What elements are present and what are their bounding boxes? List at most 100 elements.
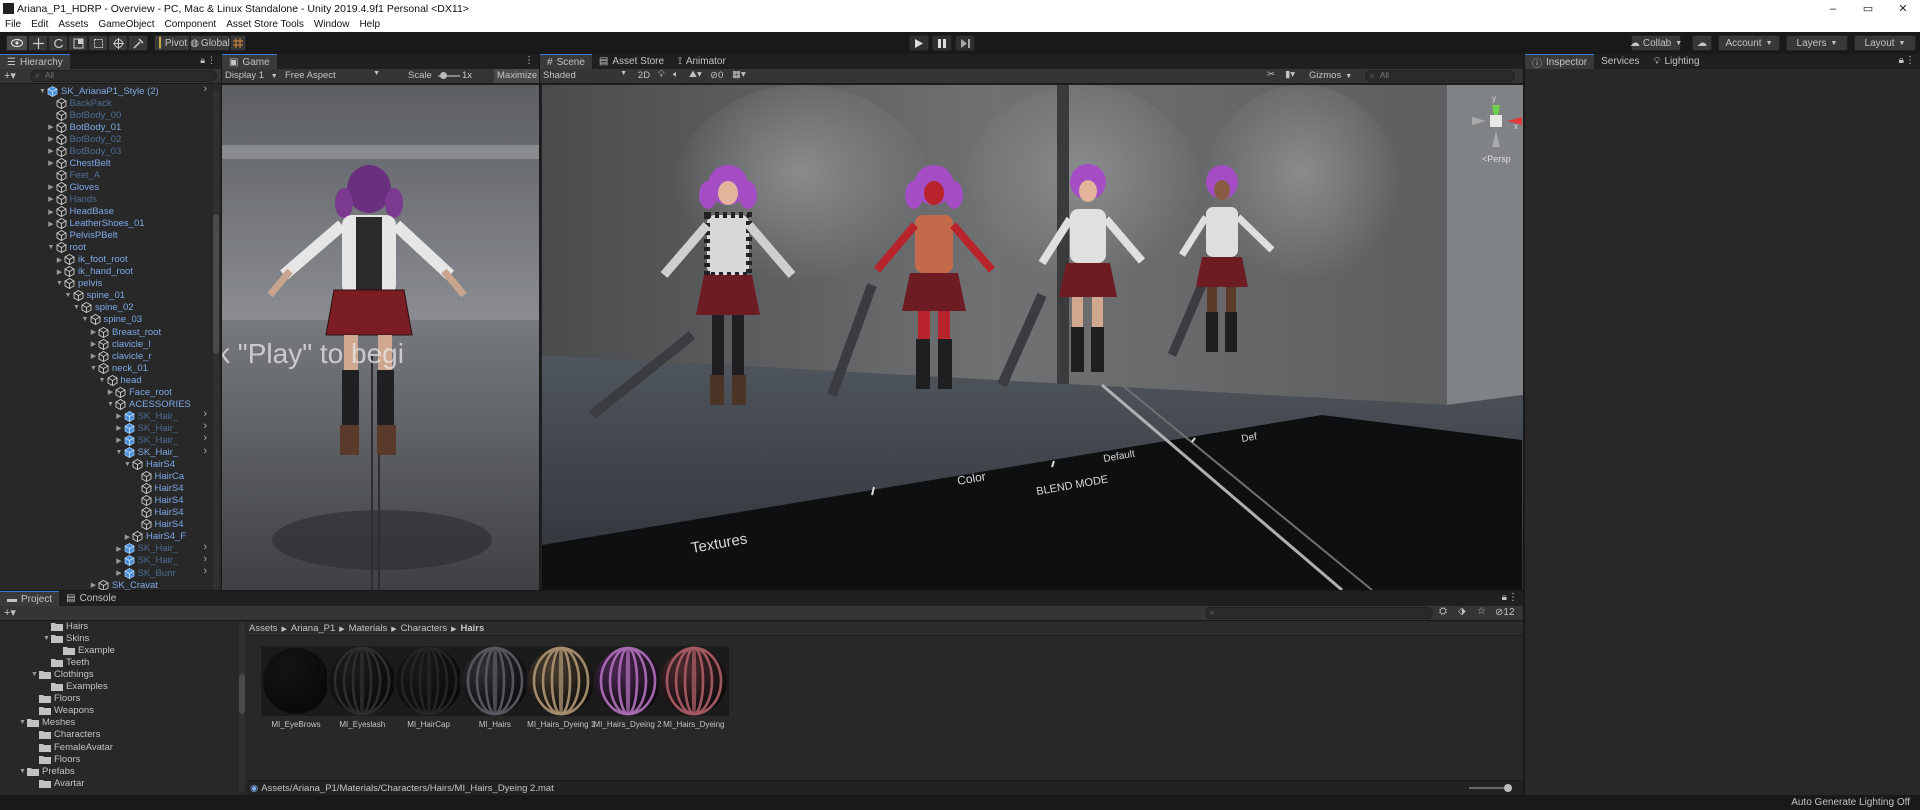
collab-dropdown[interactable]: ☁ Collab ▼: [1630, 35, 1682, 51]
layout-dropdown[interactable]: Layout ▼: [1854, 35, 1916, 51]
expand-arrow-down-icon[interactable]: ▼: [115, 449, 124, 456]
menu-component[interactable]: Component: [160, 19, 222, 30]
hierarchy-scroll-thumb[interactable]: [213, 214, 219, 354]
lock-icon[interactable]: 🔒︎: [200, 55, 205, 66]
hierarchy-search-input[interactable]: ⌕ All: [30, 70, 217, 82]
lock-icon[interactable]: 🔒︎: [1899, 55, 1904, 66]
menu-file[interactable]: File: [0, 19, 26, 30]
expand-arrow-right-icon[interactable]: ▶: [47, 123, 56, 131]
hierarchy-item[interactable]: ▶ HairS4_F: [0, 531, 209, 543]
display-dropdown[interactable]: Display 1 ▼: [225, 70, 278, 81]
game-viewport[interactable]: k "Play" to begi: [222, 85, 539, 590]
hierarchy-item[interactable]: ▶ SK_Cravat: [0, 579, 209, 590]
open-prefab-chevron-icon[interactable]: ›: [203, 408, 207, 420]
open-prefab-chevron-icon[interactable]: ›: [203, 420, 207, 432]
material-thumbnail[interactable]: [393, 646, 464, 718]
gizmos-dropdown[interactable]: Gizmos ▼: [1309, 70, 1352, 81]
expand-arrow-down-icon[interactable]: ▼: [123, 461, 132, 468]
icon-size-slider[interactable]: [1469, 784, 1512, 792]
material-thumbnail[interactable]: [592, 646, 663, 718]
expand-arrow-down-icon[interactable]: ▼: [72, 304, 81, 311]
hierarchy-item[interactable]: ▶ ik_hand_root: [0, 266, 209, 278]
expand-arrow-right-icon[interactable]: ▶: [55, 256, 64, 264]
hierarchy-item[interactable]: ▼ spine_01: [0, 290, 209, 302]
expand-arrow-right-icon[interactable]: ▶: [115, 557, 124, 565]
scale-tool-button[interactable]: [68, 35, 88, 51]
expand-arrow-down-icon[interactable]: ▼: [81, 316, 90, 323]
hierarchy-item[interactable]: ▼ ACESSORIES: [0, 398, 209, 410]
hierarchy-item[interactable]: PelvisPBelt: [0, 230, 209, 242]
scene-search-input[interactable]: ⌕ All: [1365, 70, 1515, 82]
hierarchy-item[interactable]: ▼ neck_01: [0, 362, 209, 374]
hierarchy-item[interactable]: ▶ SK_Hair_: [0, 410, 209, 422]
open-prefab-chevron-icon[interactable]: ›: [203, 445, 207, 457]
expand-arrow-right-icon[interactable]: ▶: [115, 569, 124, 577]
grid-snap-button[interactable]: [230, 35, 246, 51]
hierarchy-item[interactable]: ▶ SK_Hair_: [0, 555, 209, 567]
menu-assets[interactable]: Assets: [53, 19, 93, 30]
status-lighting[interactable]: Auto Generate Lighting Off: [1791, 797, 1910, 808]
move-tool-button[interactable]: [28, 35, 48, 51]
shading-dropdown[interactable]: Shaded ▼: [543, 70, 627, 81]
tab-game[interactable]: ▣ Game: [222, 54, 277, 69]
open-prefab-chevron-icon[interactable]: ›: [203, 553, 207, 565]
menu-gameobject[interactable]: GameObject: [93, 19, 159, 30]
account-dropdown[interactable]: Account ▼: [1718, 35, 1780, 51]
hand-tool-button[interactable]: [6, 35, 28, 51]
expand-arrow-right-icon[interactable]: ▶: [47, 135, 56, 143]
hierarchy-item[interactable]: ▼ SK_Hair_: [0, 447, 209, 459]
kebab-menu-icon[interactable]: ⋮: [524, 55, 534, 66]
pivot-toggle[interactable]: ┃ Pivot: [154, 35, 190, 51]
aspect-dropdown[interactable]: Free Aspect ▼: [285, 70, 380, 81]
kebab-menu-icon[interactable]: ⋮: [207, 55, 216, 66]
hierarchy-item[interactable]: BackPack: [0, 97, 209, 109]
menu-asset-store-tools[interactable]: Asset Store Tools: [221, 19, 309, 30]
hierarchy-item[interactable]: HairCa: [0, 471, 209, 483]
hierarchy-item[interactable]: ▼ head: [0, 374, 209, 386]
expand-arrow-right-icon[interactable]: ▶: [123, 533, 132, 541]
expand-arrow-right-icon[interactable]: ▶: [89, 352, 98, 360]
hierarchy-item[interactable]: ▶ BotBody_01: [0, 121, 209, 133]
hierarchy-item[interactable]: HairS4: [0, 507, 209, 519]
step-button[interactable]: [955, 35, 975, 51]
transform-tool-button[interactable]: [108, 35, 128, 51]
hierarchy-item[interactable]: BotBody_00: [0, 109, 209, 121]
2d-toggle[interactable]: 2D: [635, 70, 653, 81]
hierarchy-item[interactable]: ▶ SK_Hair_: [0, 543, 209, 555]
expand-arrow-right-icon[interactable]: ▶: [89, 581, 98, 589]
persp-label[interactable]: <Persp: [1482, 154, 1511, 164]
open-prefab-chevron-icon[interactable]: ›: [203, 565, 207, 577]
hierarchy-item[interactable]: HairS4: [0, 495, 209, 507]
menu-help[interactable]: Help: [354, 19, 385, 30]
expand-arrow-down-icon[interactable]: ▼: [89, 365, 98, 372]
grid-dropdown-icon[interactable]: ▦▾: [732, 69, 746, 80]
expand-arrow-down-icon[interactable]: ▼: [55, 280, 64, 287]
camera-dropdown-icon[interactable]: ▮▾: [1285, 69, 1295, 80]
tab-lighting[interactable]: 💡︎ Lighting: [1647, 54, 1707, 69]
close-button[interactable]: ✕: [1888, 0, 1918, 17]
material-thumbnail[interactable]: [327, 646, 398, 718]
expand-arrow-down-icon[interactable]: ▼: [38, 88, 47, 95]
hierarchy-item[interactable]: ▶ clavicle_r: [0, 350, 209, 362]
icon-size-slider-knob[interactable]: [1504, 784, 1512, 792]
global-toggle[interactable]: ◍ Global: [190, 35, 230, 51]
hierarchy-item[interactable]: ▶ Hands: [0, 193, 209, 205]
hierarchy-item[interactable]: ▶ SK_Hair_: [0, 422, 209, 434]
tab-inspector[interactable]: ⓘ Inspector: [1525, 54, 1595, 70]
hierarchy-item[interactable]: ▶ Gloves: [0, 181, 209, 193]
hierarchy-item[interactable]: ▶ SK_Bunr: [0, 567, 209, 579]
rotate-tool-button[interactable]: [48, 35, 68, 51]
open-prefab-chevron-icon[interactable]: ›: [203, 541, 207, 553]
hierarchy-item[interactable]: ▼ HairS4: [0, 459, 209, 471]
hierarchy-item[interactable]: ▶ SK_Hair_: [0, 434, 209, 446]
scale-slider-knob[interactable]: [440, 72, 447, 79]
cloud-button[interactable]: ☁: [1692, 35, 1712, 51]
expand-arrow-right-icon[interactable]: ▶: [115, 424, 124, 432]
expand-arrow-down-icon[interactable]: ▼: [98, 377, 107, 384]
scene-viewport[interactable]: Textures Color BLEND MODE Default Def y …: [542, 85, 1523, 590]
hierarchy-item[interactable]: ▶ ChestBelt: [0, 157, 209, 169]
fx-dropdown-icon[interactable]: ⛰︎▾: [689, 69, 702, 80]
expand-arrow-down-icon[interactable]: ▼: [47, 244, 56, 251]
hierarchy-item[interactable]: Feet_A: [0, 169, 209, 181]
hierarchy-item[interactable]: ▶ LeatherShoes_01: [0, 218, 209, 230]
